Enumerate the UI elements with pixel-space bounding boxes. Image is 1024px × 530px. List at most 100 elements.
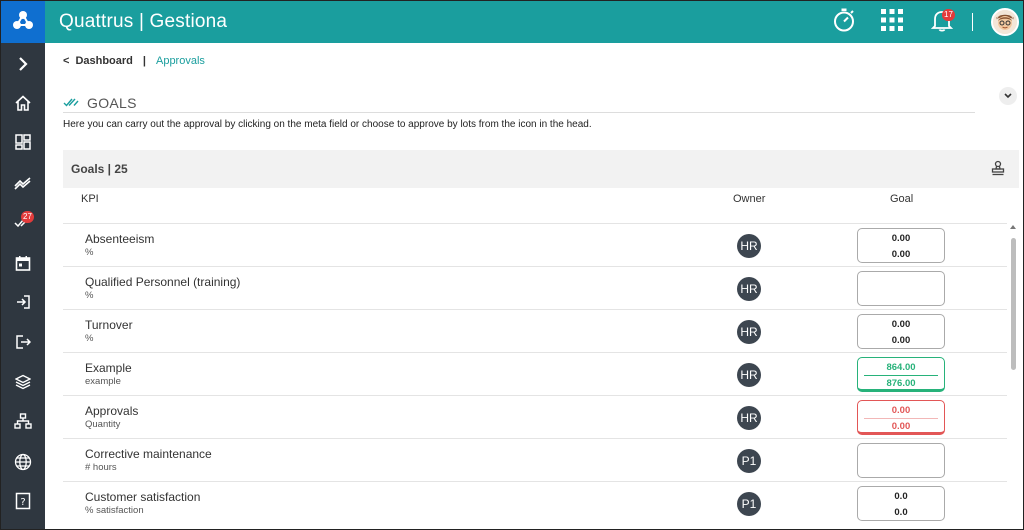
column-header-owner: Owner (733, 193, 766, 205)
sidebar-item-calendar[interactable] (1, 250, 45, 280)
layers-icon (14, 374, 32, 395)
logo-icon (12, 10, 34, 35)
collapse-section-button[interactable] (999, 87, 1017, 105)
home-icon (14, 94, 32, 117)
kpi-unit: example (85, 376, 121, 387)
goal-real-value: 876.00 (886, 378, 916, 389)
kpi-name: Approvals (85, 404, 139, 418)
user-avatar[interactable] (991, 8, 1019, 36)
double-check-icon (63, 94, 79, 112)
section-title: GOALS (87, 94, 137, 111)
breadcrumb-dashboard-link[interactable]: Dashboard (75, 55, 132, 67)
goal-real-value: 0.00 (891, 421, 911, 432)
goal-value: 0.00 (891, 319, 911, 330)
goal-field[interactable] (857, 271, 945, 306)
notifications-badge: 17 (942, 9, 955, 21)
sidebar-item-home[interactable] (1, 90, 45, 120)
owner-avatar: P1 (737, 449, 761, 473)
kpi-name: Absenteeism (85, 232, 155, 246)
goal-value: 0.00 (891, 233, 911, 244)
top-header: Quattrus | Gestiona 17 (45, 1, 1023, 43)
sidebar-item-approvals[interactable]: 27 (1, 209, 45, 239)
sidebar-item-dashboard[interactable] (1, 129, 45, 159)
batch-approve-button[interactable] (991, 160, 1005, 181)
goals-count-title: Goals | 25 (71, 162, 128, 176)
timer-button[interactable] (830, 8, 858, 36)
kpi-unit: # hours (85, 462, 117, 473)
breadcrumb-separator: | (142, 55, 146, 67)
breadcrumb-current[interactable]: Approvals (156, 55, 205, 67)
column-header-kpi: KPI (81, 193, 99, 205)
sidebar-item-indicators[interactable] (1, 170, 45, 200)
svg-text:?: ? (20, 497, 25, 508)
goal-field[interactable]: 0.0 0.0 (857, 486, 945, 521)
goal-real-value: 0.0 (894, 507, 908, 518)
goal-divider (864, 418, 938, 419)
sidebar-item-layers[interactable] (1, 369, 45, 399)
kpi-name: Qualified Personnel (training) (85, 275, 241, 289)
sidebar: 27 ? (1, 43, 45, 529)
goal-real-value: 0.00 (891, 249, 911, 260)
goal-divider (864, 375, 938, 376)
help-icon: ? (15, 492, 31, 515)
goal-field[interactable]: 0.00 0.00 (857, 314, 945, 349)
notifications-button[interactable]: 17 (928, 8, 956, 36)
section-description: Here you can carry out the approval by c… (63, 119, 592, 130)
owner-avatar: HR (737, 277, 761, 301)
goal-field-met[interactable]: 864.00 876.00 (857, 357, 945, 392)
apps-button[interactable] (878, 8, 906, 36)
table-scrollbar-thumb[interactable] (1011, 238, 1016, 370)
scroll-up-arrow[interactable] (1010, 225, 1016, 229)
section-header: GOALS (63, 93, 975, 113)
logout-icon (15, 334, 32, 355)
goal-value: 0.00 (891, 405, 911, 416)
table-row: Example example HR 864.00 876.00 (63, 352, 1007, 395)
table-row: Approvals Quantity HR 0.00 0.00 (63, 395, 1007, 438)
app-window: Quattrus | Gestiona 17 27 ? < Dashboard … (0, 0, 1024, 530)
kpi-unit: % (85, 247, 94, 258)
table-row: Absenteeism % HR 0.00 0.00 (63, 223, 1007, 266)
sidebar-item-org-chart[interactable] (1, 408, 45, 438)
kpi-name: Corrective maintenance (85, 447, 212, 461)
kpi-name: Customer satisfaction (85, 490, 201, 504)
header-divider (972, 13, 973, 31)
table-row: Qualified Personnel (training) % HR (63, 266, 1007, 309)
chevron-right-icon (16, 56, 30, 77)
owner-avatar: HR (737, 320, 761, 344)
kpi-unit: Quantity (85, 419, 121, 430)
dashboard-grid-icon (15, 133, 31, 155)
kpi-unit: % (85, 290, 94, 301)
stopwatch-icon (831, 7, 857, 38)
sidebar-item-login[interactable] (1, 289, 45, 319)
sidebar-item-web[interactable] (1, 449, 45, 479)
header-actions: 17 (830, 1, 1023, 43)
goal-value: 0.0 (894, 491, 908, 502)
goals-panel-header: Goals | 25 (63, 150, 1019, 188)
login-icon (15, 294, 31, 315)
main-content: < Dashboard | Approvals GOALS Here you c… (45, 43, 1023, 529)
globe-icon (14, 453, 32, 476)
breadcrumb-back[interactable]: < (63, 55, 69, 67)
owner-avatar: HR (737, 363, 761, 387)
sidebar-item-help[interactable]: ? (1, 488, 45, 518)
chevron-down-icon (1003, 87, 1013, 105)
goal-value: 864.00 (886, 362, 916, 373)
owner-avatar: HR (737, 234, 761, 258)
org-chart-icon (14, 412, 32, 434)
trend-lines-icon (14, 176, 32, 195)
goal-field[interactable] (857, 443, 945, 478)
kpi-name: Turnover (85, 318, 133, 332)
sidebar-item-expand[interactable] (1, 51, 45, 81)
apps-grid-icon (880, 8, 904, 37)
table-row: Turnover % HR 0.00 0.00 (63, 309, 1007, 352)
goal-field-unmet[interactable]: 0.00 0.00 (857, 400, 945, 435)
kpi-unit: % satisfaction (85, 505, 144, 516)
table-row: Corrective maintenance # hours P1 (63, 438, 1007, 481)
sidebar-item-logout[interactable] (1, 329, 45, 359)
breadcrumb: < Dashboard | Approvals (63, 55, 205, 67)
app-brand: Quattrus | Gestiona (59, 11, 228, 32)
column-header-goal: Goal (890, 193, 914, 205)
goal-field[interactable]: 0.00 0.00 (857, 228, 945, 263)
kpi-name: Example (85, 361, 132, 375)
app-logo[interactable] (1, 1, 45, 43)
